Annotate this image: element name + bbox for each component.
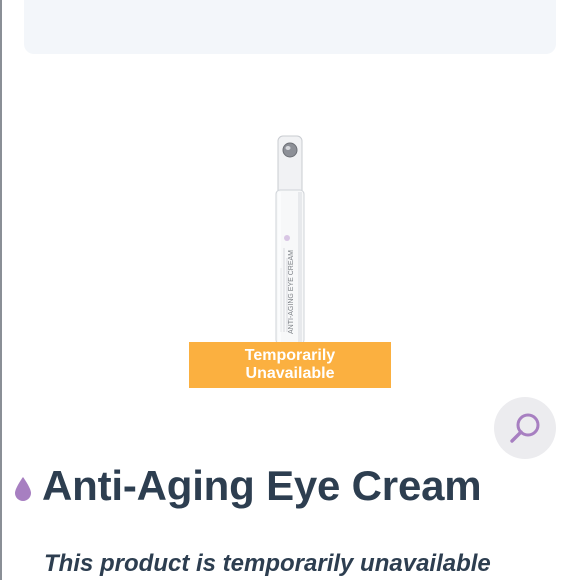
- unavailable-line-2: Unavailable: [245, 365, 335, 382]
- product-title: Anti-Aging Eye Cream: [42, 462, 482, 509]
- product-title-row: Anti-Aging Eye Cream: [12, 458, 482, 514]
- product-image: ANTI-AGING EYE CREAM: [258, 128, 324, 354]
- left-divider: [0, 0, 2, 580]
- unavailable-banner: Temporarily Unavailable: [189, 342, 391, 388]
- unavailable-line-1: Temporarily: [244, 347, 336, 364]
- magnifier-icon: [510, 413, 540, 443]
- top-banner: [24, 0, 556, 54]
- availability-message: This product is temporarily unavailable: [44, 550, 491, 577]
- product-image-label: ANTI-AGING EYE CREAM: [288, 250, 295, 334]
- zoom-button[interactable]: [494, 397, 556, 459]
- drop-icon: [15, 477, 31, 501]
